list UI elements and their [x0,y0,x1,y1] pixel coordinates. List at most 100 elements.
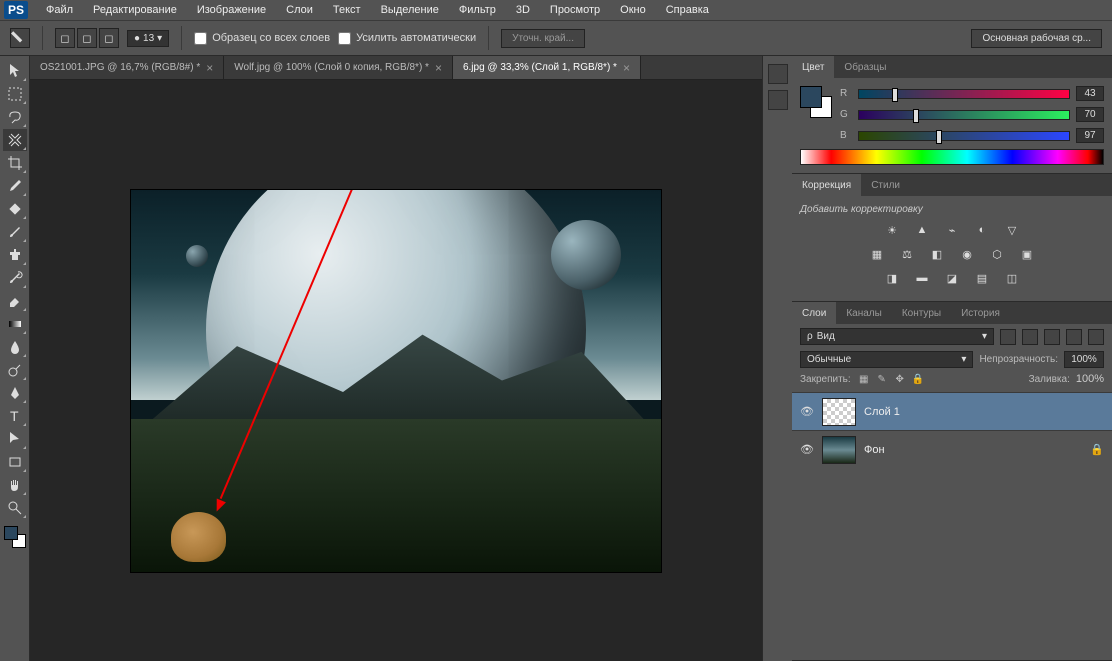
close-icon[interactable]: × [206,61,213,75]
adj-gradient-map-icon[interactable]: ▤ [972,269,992,287]
tab-history[interactable]: История [951,302,1010,324]
adj-bw-icon[interactable]: ◧ [927,245,947,263]
adj-levels-icon[interactable]: ▲ [912,221,932,239]
menu-select[interactable]: Выделение [371,2,449,18]
filter-pixel-icon[interactable] [1000,329,1016,345]
close-icon[interactable]: × [623,61,630,75]
content-aware-input[interactable] [338,32,351,45]
tool-eraser[interactable] [3,290,27,312]
menu-image[interactable]: Изображение [187,2,276,18]
collapsed-panel-icon[interactable] [768,90,788,110]
tool-quick-select[interactable] [3,129,27,151]
tab-swatches[interactable]: Образцы [834,56,896,78]
tool-type[interactable]: T [3,405,27,427]
tool-blur[interactable] [3,336,27,358]
slider-track-b[interactable] [858,131,1070,141]
foreground-color[interactable] [4,526,18,540]
content-aware-checkbox[interactable]: Усилить автоматически [338,32,476,45]
tool-clone[interactable] [3,244,27,266]
adj-selective-icon[interactable]: ◫ [1002,269,1022,287]
sample-all-layers-checkbox[interactable]: Образец со всех слоев [194,32,330,45]
lock-transparency-icon[interactable]: ▦ [857,372,871,386]
tab-color[interactable]: Цвет [792,56,834,78]
lock-all-icon[interactable]: 🔒 [911,372,925,386]
adj-channel-mixer-icon[interactable]: ⬡ [987,245,1007,263]
menu-layers[interactable]: Слои [276,2,323,18]
tool-hand[interactable] [3,474,27,496]
menu-help[interactable]: Справка [656,2,719,18]
tool-brush[interactable] [3,221,27,243]
adj-lookup-icon[interactable]: ▣ [1017,245,1037,263]
close-icon[interactable]: × [435,61,442,75]
adj-vibrance-icon[interactable]: ▽ [1002,221,1022,239]
selection-add-icon[interactable]: ◻ [77,28,97,48]
filter-type-icon[interactable] [1044,329,1060,345]
document-tab-1[interactable]: Wolf.jpg @ 100% (Слой 0 копия, RGB/8*) *… [224,56,453,79]
tool-marquee[interactable] [3,83,27,105]
adj-photo-filter-icon[interactable]: ◉ [957,245,977,263]
slider-value-b[interactable]: 97 [1076,128,1104,143]
tool-gradient[interactable] [3,313,27,335]
slider-value-r[interactable]: 43 [1076,86,1104,101]
slider-track-r[interactable] [858,89,1070,99]
adj-hue-icon[interactable]: ▦ [867,245,887,263]
menu-file[interactable]: Файл [36,2,83,18]
menu-window[interactable]: Окно [610,2,656,18]
filter-smart-icon[interactable] [1088,329,1104,345]
menu-filter[interactable]: Фильтр [449,2,506,18]
layer-thumbnail[interactable] [822,398,856,426]
layer-thumbnail[interactable] [822,436,856,464]
layer-name[interactable]: Слой 1 [864,406,900,418]
adj-exposure-icon[interactable]: ◐ [972,221,992,239]
adj-balance-icon[interactable]: ⚖ [897,245,917,263]
lock-position-icon[interactable]: ✥ [893,372,907,386]
tool-preset-picker[interactable] [10,28,30,48]
tool-zoom[interactable] [3,497,27,519]
visibility-toggle-icon[interactable]: 👁 [800,443,814,456]
visibility-toggle-icon[interactable]: 👁 [800,405,814,418]
tool-path-select[interactable] [3,428,27,450]
tool-move[interactable] [3,60,27,82]
adj-threshold-icon[interactable]: ◪ [942,269,962,287]
tool-crop[interactable] [3,152,27,174]
tab-layers[interactable]: Слои [792,302,836,324]
tab-channels[interactable]: Каналы [836,302,892,324]
canvas[interactable] [131,190,661,572]
menu-edit[interactable]: Редактирование [83,2,187,18]
layer-item[interactable]: 👁 Слой 1 [792,392,1112,430]
collapsed-panel-icon[interactable] [768,64,788,84]
menu-3d[interactable]: 3D [506,2,540,18]
menu-view[interactable]: Просмотр [540,2,610,18]
document-tab-0[interactable]: OS21001.JPG @ 16,7% (RGB/8#) * × [30,56,224,79]
tool-spot-heal[interactable] [3,198,27,220]
sample-all-layers-input[interactable] [194,32,207,45]
tool-history-brush[interactable] [3,267,27,289]
layer-item[interactable]: 👁 Фон 🔒 [792,430,1112,468]
tab-adjustments[interactable]: Коррекция [792,174,861,196]
tool-lasso[interactable] [3,106,27,128]
filter-shape-icon[interactable] [1066,329,1082,345]
refine-edge-button[interactable]: Уточн. край... [501,29,585,48]
canvas-viewport[interactable] [30,80,762,661]
tool-rectangle[interactable] [3,451,27,473]
tool-pen[interactable] [3,382,27,404]
adj-brightness-icon[interactable]: ☀ [882,221,902,239]
selection-subtract-icon[interactable]: ◻ [99,28,119,48]
adj-invert-icon[interactable]: ◨ [882,269,902,287]
color-swatch[interactable] [4,526,26,548]
lock-pixels-icon[interactable]: ✎ [875,372,889,386]
fill-value[interactable]: 100% [1076,373,1104,385]
tab-paths[interactable]: Контуры [892,302,951,324]
document-tab-2[interactable]: 6.jpg @ 33,3% (Слой 1, RGB/8*) * × [453,56,641,79]
filter-adjustment-icon[interactable] [1022,329,1038,345]
layer-name[interactable]: Фон [864,444,885,456]
adj-curves-icon[interactable]: ⌁ [942,221,962,239]
layer-filter-dropdown[interactable]: ρ Вид ▾ [800,328,994,345]
opacity-value[interactable]: 100% [1064,351,1104,368]
color-preview[interactable] [800,86,832,118]
color-spectrum[interactable] [800,149,1104,165]
adj-posterize-icon[interactable]: ▬ [912,269,932,287]
workspace-switcher[interactable]: Основная рабочая ср... [971,29,1102,48]
menu-text[interactable]: Текст [323,2,371,18]
slider-track-g[interactable] [858,110,1070,120]
